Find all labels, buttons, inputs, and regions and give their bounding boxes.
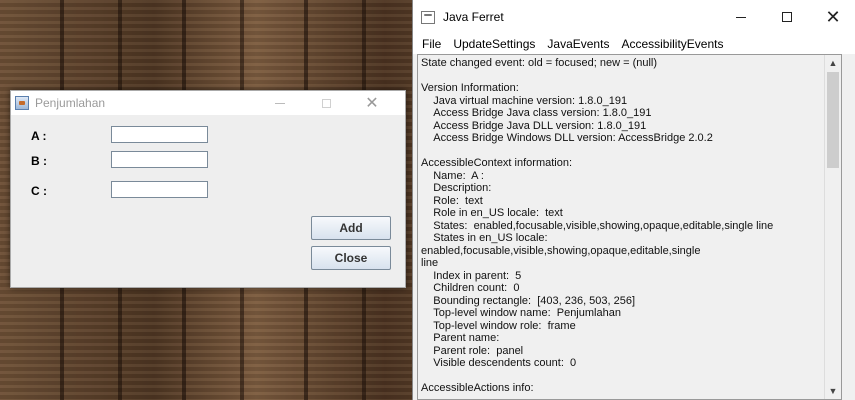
output-line: Top-level window role: frame (421, 319, 576, 332)
output-line: Version Information: (421, 82, 519, 94)
input-c[interactable] (111, 181, 208, 198)
output-line: States: enabled,focusable,visible,showin… (421, 219, 774, 232)
output-line: line (421, 257, 439, 269)
output-line: Java virtual machine version: 1.8.0_191 (421, 94, 628, 107)
ferret-title: Java Ferret (443, 10, 504, 24)
output-line: Access Bridge Java DLL version: 1.8.0_19… (421, 119, 647, 132)
maximize-icon (782, 12, 792, 22)
output-line: States in en_US locale: enabled,focusabl… (421, 232, 701, 257)
close-button[interactable]: Close (311, 246, 391, 270)
input-a[interactable] (111, 126, 208, 143)
maximize-icon (321, 98, 331, 108)
output-line: Role in en_US locale: text (421, 207, 563, 219)
close-window-button[interactable]: ✕ (349, 91, 395, 115)
minimize-button[interactable] (257, 91, 303, 115)
ferret-close-button[interactable]: ✕ (810, 0, 855, 34)
ferret-maximize-button[interactable] (764, 0, 810, 34)
menu-file[interactable]: File (416, 37, 447, 51)
label-c: C : (31, 184, 47, 198)
ferret-output-pane: State changed event: old = focused; new … (417, 54, 842, 400)
ferret-output-text[interactable]: State changed event: old = focused; new … (418, 55, 825, 399)
output-line: Bounding rectangle: [403, 236, 503, 256] (421, 294, 636, 307)
close-icon: ✕ (365, 95, 379, 112)
scrollbar-thumb[interactable] (827, 72, 839, 168)
output-line: Name: A : (421, 169, 484, 182)
output-line: Access Bridge Windows DLL version: Acces… (421, 132, 713, 144)
java-cup-icon (15, 96, 29, 110)
ferret-menubar: File UpdateSettings JavaEvents Accessibi… (413, 34, 855, 54)
scroll-down-arrow-icon[interactable]: ▼ (825, 383, 841, 399)
minimize-icon (275, 102, 285, 104)
maximize-button[interactable] (303, 91, 349, 115)
output-line: AccessibleActions info: (421, 382, 534, 394)
menu-updatesettings[interactable]: UpdateSettings (447, 37, 541, 51)
vertical-scrollbar[interactable]: ▲ ▼ (824, 55, 841, 399)
output-line: Visible descendents count: 0 (421, 357, 577, 369)
java-ferret-window: Java Ferret ✕ File UpdateSettings JavaEv… (412, 0, 855, 400)
ferret-titlebar[interactable]: Java Ferret ✕ (413, 0, 855, 34)
output-line: Role: text (421, 194, 483, 207)
output-line: Children count: 0 (421, 282, 520, 294)
penjumlahan-panel: A : B : C : Add Close (11, 115, 405, 287)
output-line: Parent role: panel (421, 344, 524, 357)
label-a: A : (31, 129, 47, 143)
penjumlahan-window: Penjumlahan ✕ A : B : C : Add Close (10, 90, 406, 288)
output-line: State changed event: old = focused; new … (421, 57, 658, 69)
scroll-up-arrow-icon[interactable]: ▲ (825, 55, 841, 71)
output-line: Index in parent: 5 (421, 269, 522, 282)
output-line: Parent name: (421, 332, 500, 344)
minimize-icon (736, 16, 746, 18)
penjumlahan-title: Penjumlahan (35, 96, 106, 110)
close-icon: ✕ (825, 6, 841, 27)
output-line: AccessibleContext information: (421, 157, 573, 169)
penjumlahan-window-controls: ✕ (257, 91, 395, 115)
ferret-window-controls: ✕ (718, 0, 855, 34)
penjumlahan-titlebar[interactable]: Penjumlahan ✕ (11, 91, 405, 115)
output-line: Access Bridge Java class version: 1.8.0_… (421, 107, 652, 119)
ferret-minimize-button[interactable] (718, 0, 764, 34)
label-b: B : (31, 154, 47, 168)
output-line: Description: (421, 182, 492, 194)
menu-accessibilityevents[interactable]: AccessibilityEvents (615, 37, 729, 51)
menu-javaevents[interactable]: JavaEvents (541, 37, 615, 51)
output-line: Top-level window name: Penjumlahan (421, 307, 621, 319)
input-b[interactable] (111, 151, 208, 168)
add-button[interactable]: Add (311, 216, 391, 240)
window-app-icon (421, 10, 435, 24)
